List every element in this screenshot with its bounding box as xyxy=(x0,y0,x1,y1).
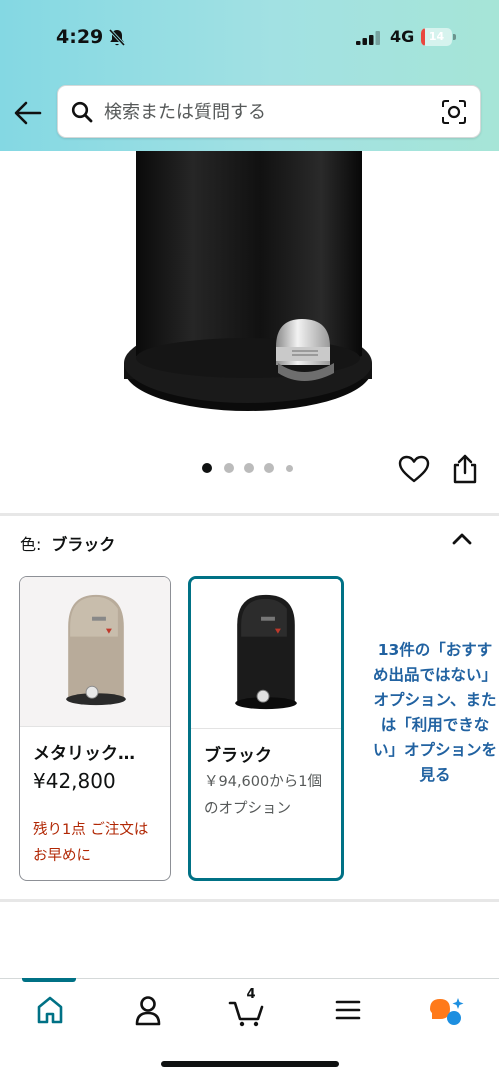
home-indicator xyxy=(161,1061,339,1067)
back-arrow-icon[interactable] xyxy=(10,96,46,130)
silent-bell-icon xyxy=(108,28,126,47)
chevron-up-icon[interactable] xyxy=(450,528,474,550)
more-options-link[interactable]: 13件の「おすすめ出品ではない」オプション、または「利用できない」オプションを見… xyxy=(372,638,498,788)
camera-scan-icon[interactable] xyxy=(441,99,467,125)
search-bar[interactable] xyxy=(57,85,481,138)
cellular-signal-icon xyxy=(356,31,380,45)
network-type: 4G xyxy=(390,27,415,46)
carousel-dot[interactable] xyxy=(202,463,212,473)
color-option-name: メタリック… xyxy=(33,744,135,764)
color-option-name: ブラック xyxy=(204,746,272,766)
cart-count: 4 xyxy=(246,987,256,1002)
active-tab-indicator xyxy=(22,978,76,982)
section-divider xyxy=(0,513,499,516)
color-option-image xyxy=(20,577,170,727)
section-divider xyxy=(0,899,499,902)
color-option-price-text: ￥94,600から1個のオプション xyxy=(204,774,322,817)
account-icon[interactable] xyxy=(122,993,174,1027)
rufus-ai-icon[interactable] xyxy=(420,993,472,1027)
carousel-dot[interactable] xyxy=(224,463,234,473)
color-selector-header: 色: ブラック xyxy=(20,531,115,557)
search-input[interactable] xyxy=(104,94,424,130)
product-image[interactable] xyxy=(0,151,499,451)
cart-button[interactable]: 4 xyxy=(222,987,274,1027)
color-option-black[interactable]: ブラック ￥94,600から1個のオプション xyxy=(188,576,344,881)
battery-level: 14 xyxy=(428,30,445,43)
share-icon[interactable] xyxy=(450,453,480,485)
status-bar: 4:29 4G 14 xyxy=(0,0,499,76)
color-option-metallic[interactable]: メタリック… ¥42,800 残り1点 ご注文はお早めに xyxy=(19,576,171,881)
carousel-dot[interactable] xyxy=(264,463,274,473)
selected-color-value: ブラック xyxy=(51,535,116,554)
menu-icon[interactable] xyxy=(322,993,374,1027)
carousel-dot[interactable] xyxy=(286,465,293,472)
carousel-dot[interactable] xyxy=(244,463,254,473)
color-option-image xyxy=(191,579,341,729)
wishlist-heart-icon[interactable] xyxy=(398,454,430,484)
color-label: 色: xyxy=(20,535,42,554)
stock-warning: 残り1点 ご注文はお早めに xyxy=(33,822,149,864)
status-time: 4:29 xyxy=(56,26,104,48)
search-icon xyxy=(71,101,93,123)
color-option-price: ¥42,800 xyxy=(33,769,116,793)
battery-cap xyxy=(453,34,456,40)
battery-body: 14 xyxy=(421,28,452,46)
battery-icon: 14 xyxy=(421,28,457,46)
app-header: 4:29 4G 14 xyxy=(0,0,499,151)
home-icon[interactable] xyxy=(24,993,76,1027)
image-carousel-dots[interactable] xyxy=(202,462,294,474)
